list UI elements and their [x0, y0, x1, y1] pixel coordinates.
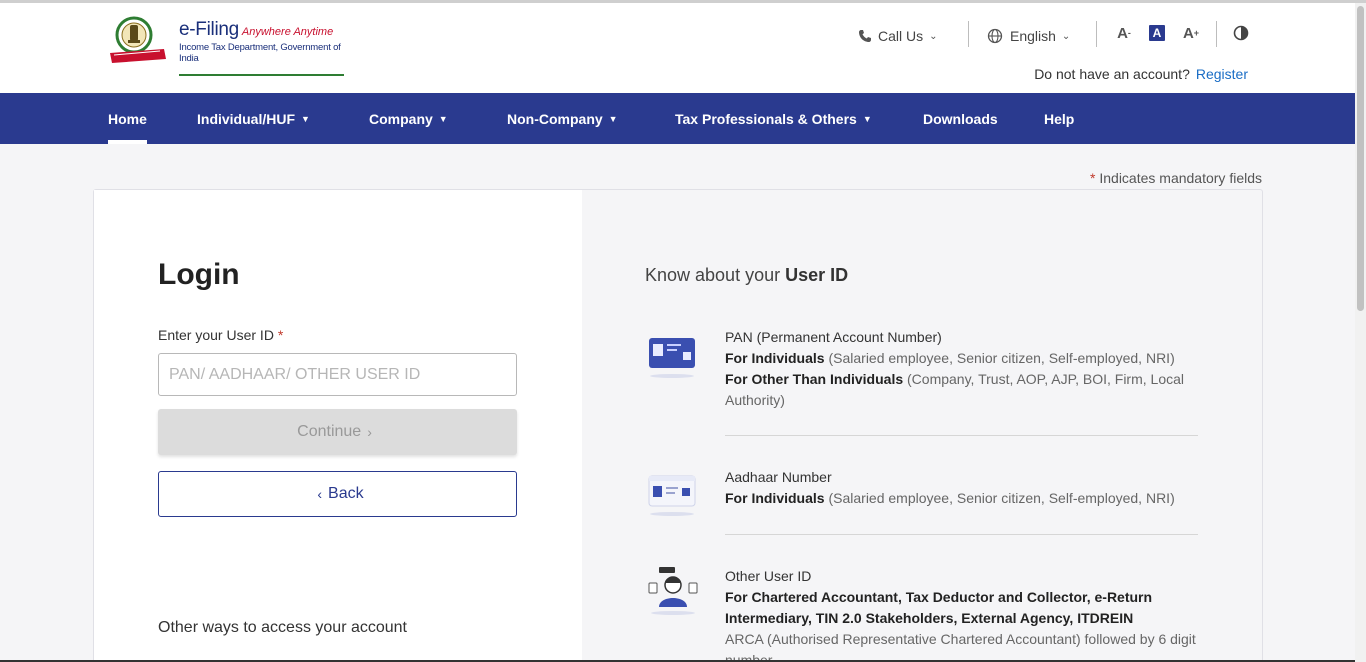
know-user-id-heading: Know about your User ID [645, 265, 848, 286]
mandatory-note: * Indicates mandatory fields [1090, 170, 1262, 186]
nav-downloads-label: Downloads [923, 110, 998, 127]
pan-card-icon [649, 338, 695, 378]
know-heading-bold: User ID [785, 265, 849, 285]
font-decrease-button[interactable]: A- [1114, 23, 1134, 43]
pan-info-text: PAN (Permanent Account Number) For Indiv… [725, 327, 1200, 411]
nav-home-label: Home [108, 110, 147, 127]
nav-non-company-label: Non-Company [507, 110, 603, 127]
call-us-label: Call Us [878, 28, 924, 44]
other-id-line2-rest: ARCA (Authorised Representative Chartere… [725, 631, 1196, 662]
aadhaar-line1-rest: (Salaried employee, Senior citizen, Self… [828, 490, 1175, 506]
font-increase-label: A [1182, 24, 1194, 42]
pan-line1-rest: (Salaried employee, Senior citizen, Self… [828, 350, 1175, 366]
divider [1096, 21, 1097, 47]
account-prompt-text: Do not have an account? [1034, 66, 1190, 82]
other-id-title: Other User ID [725, 568, 812, 584]
user-id-input[interactable] [158, 353, 517, 396]
login-title: Login [158, 258, 240, 291]
other-id-line2: ARCA (Authorised Representative Chartere… [725, 629, 1200, 662]
chevron-down-icon: ▼ [438, 113, 448, 124]
back-label: Back [328, 485, 364, 502]
nav-non-company[interactable]: Non-Company ▼ [507, 93, 618, 144]
contrast-icon[interactable] [1233, 25, 1249, 41]
continue-button[interactable]: Continue › [158, 409, 517, 455]
language-dropdown[interactable]: English ⌄ [987, 23, 1070, 49]
nav-individual-huf-label: Individual/HUF [197, 110, 295, 127]
chevron-down-icon: ▼ [862, 113, 872, 124]
efiling-logo[interactable]: e-Filing Anywhere Anytime Income Tax Depa… [108, 15, 348, 76]
chevron-left-icon: ‹ [317, 486, 323, 502]
call-us-dropdown[interactable]: Call Us ⌄ [858, 23, 938, 49]
other-ways-heading: Other ways to access your account [158, 619, 407, 636]
chevron-down-icon: ⌄ [929, 30, 938, 42]
nav-help[interactable]: Help [1044, 93, 1074, 144]
chevron-down-icon: ⌄ [1061, 30, 1071, 42]
other-id-info-text: Other User ID For Chartered Accountant, … [725, 566, 1200, 662]
chevron-down-icon: ▼ [608, 113, 618, 124]
nav-tax-professionals-label: Tax Professionals & Others [675, 110, 857, 127]
logo-title: e-Filing [179, 19, 239, 40]
emblem-icon [110, 16, 166, 63]
nav-company[interactable]: Company ▼ [369, 93, 448, 144]
aadhaar-title: Aadhaar Number [725, 469, 832, 485]
scrollbar-thumb[interactable] [1357, 6, 1364, 311]
login-card: Login Enter your User ID * Continue › ‹ Ba… [93, 189, 1263, 662]
pan-line1-bold: For Individuals [725, 350, 825, 366]
font-increase-button[interactable]: A + [1181, 23, 1201, 43]
back-button[interactable]: ‹ Back [158, 471, 517, 517]
page: e-Filing Anywhere Anytime Income Tax Depa… [0, 0, 1366, 662]
font-decrease-label: A [1117, 24, 1128, 42]
nav-tax-professionals[interactable]: Tax Professionals & Others ▼ [675, 93, 872, 144]
pan-line2: For Other Than Individuals (Company, Tru… [725, 369, 1200, 411]
nav-company-label: Company [369, 110, 433, 127]
chevron-right-icon: › [367, 424, 372, 440]
divider [725, 534, 1198, 535]
main-nav: Home Individual/HUF ▼ Company ▼ Non-Compan… [0, 93, 1355, 144]
nav-individual-huf[interactable]: Individual/HUF ▼ [197, 93, 310, 144]
login-panel: Login Enter your User ID * Continue › ‹ Ba… [94, 190, 582, 662]
pan-title: PAN (Permanent Account Number) [725, 329, 942, 345]
aadhaar-line1-bold: For Individuals [725, 490, 825, 506]
logo-underline [179, 74, 344, 76]
mandatory-note-text: Indicates mandatory fields [1099, 170, 1262, 186]
required-star: * [1090, 170, 1096, 186]
divider [968, 21, 969, 47]
font-normal-button[interactable]: A [1149, 25, 1165, 41]
user-id-label-text: Enter your User ID [158, 327, 274, 343]
header: e-Filing Anywhere Anytime Income Tax Depa… [0, 3, 1355, 93]
nav-downloads[interactable]: Downloads [923, 93, 998, 144]
nav-help-label: Help [1044, 110, 1075, 127]
pan-line1: For Individuals (Salaried employee, Seni… [725, 348, 1200, 369]
required-star: * [277, 327, 284, 343]
professional-avatar-icon [648, 567, 698, 615]
font-normal-label: A [1152, 26, 1162, 40]
user-id-label: Enter your User ID * [158, 327, 283, 343]
globe-icon [987, 28, 1003, 44]
account-prompt: Do not have an account? Register [1034, 66, 1248, 82]
page-scrollbar[interactable] [1355, 3, 1366, 662]
other-id-line1: For Chartered Accountant, Tax Deductor a… [725, 587, 1200, 629]
nav-home[interactable]: Home [108, 93, 147, 144]
aadhaar-card-icon [648, 475, 696, 516]
aadhaar-info-text: Aadhaar Number For Individuals (Salaried… [725, 467, 1200, 509]
aadhaar-line1: For Individuals (Salaried employee, Seni… [725, 488, 1200, 509]
phone-icon [859, 30, 871, 42]
continue-label: Continue [297, 423, 362, 440]
logo-subtitle: Income Tax Department, Government of Ind… [179, 42, 341, 64]
logo-tagline: Anywhere Anytime [241, 26, 334, 38]
other-id-line1-bold: For Chartered Accountant, Tax Deductor a… [725, 589, 1153, 626]
divider [1216, 21, 1217, 47]
know-heading-prefix: Know about your [645, 265, 781, 285]
logo-text: e-Filing Anywhere Anytime Income Tax Depa… [179, 19, 348, 82]
pan-line2-bold: For Other Than Individuals [725, 371, 904, 387]
register-link[interactable]: Register [1196, 66, 1248, 82]
language-label: English [1010, 28, 1056, 44]
divider [725, 435, 1198, 436]
chevron-down-icon: ▼ [301, 113, 310, 124]
